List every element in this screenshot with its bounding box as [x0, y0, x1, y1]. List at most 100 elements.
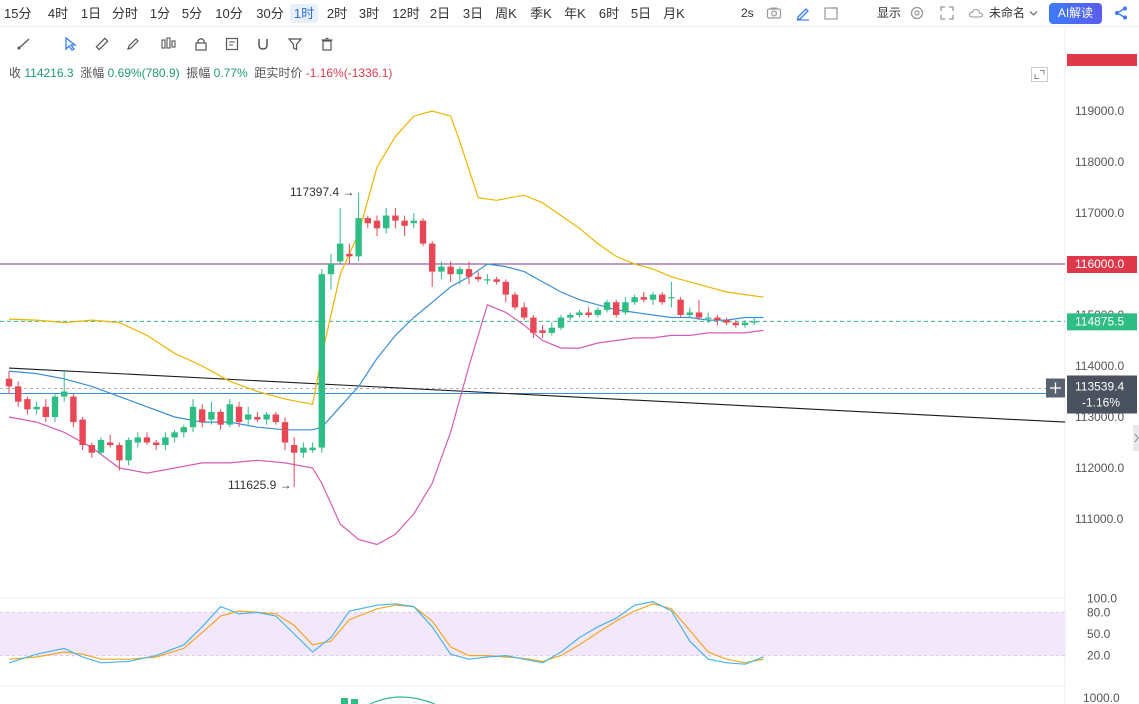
timeframe-9[interactable]: 2时: [325, 4, 349, 23]
candle-body: [180, 427, 187, 433]
candle-body: [410, 220, 417, 224]
timeframe-2[interactable]: 1日: [79, 4, 103, 23]
candle-body: [456, 269, 463, 275]
candle: [15, 381, 22, 407]
candle: [686, 307, 693, 318]
candle-body: [24, 399, 31, 410]
candle: [291, 437, 298, 488]
candle-body: [226, 404, 233, 425]
candle-body: [576, 312, 583, 315]
candle-body: [465, 269, 473, 277]
volume-bar: [341, 698, 348, 704]
candle: [429, 241, 436, 287]
candle: [548, 322, 555, 336]
candle-body: [153, 442, 160, 446]
candle: [419, 218, 427, 247]
timeframe-4[interactable]: 1分: [148, 4, 172, 23]
candle-body: [15, 386, 22, 402]
candle-body: [116, 445, 123, 461]
candle-body: [714, 317, 721, 321]
candle-body: [695, 312, 703, 318]
timeframe-14[interactable]: 周K: [493, 4, 519, 23]
candle: [392, 207, 399, 229]
candle-body: [61, 391, 68, 397]
timeframe-5[interactable]: 5分: [180, 4, 204, 23]
candle-body: [337, 243, 344, 262]
candle: [475, 271, 482, 282]
timeframe-10[interactable]: 3时: [357, 4, 381, 23]
candle: [383, 207, 390, 234]
price-chart[interactable]: 111000.0112000.0113000.0114000.0115000.0…: [0, 0, 1139, 704]
candle: [263, 411, 270, 425]
timeframe-13[interactable]: 3日: [461, 4, 485, 23]
candle: [281, 417, 289, 451]
candle: [594, 307, 601, 318]
timeframe-1[interactable]: 4时: [43, 4, 73, 23]
candle-body: [33, 406, 40, 410]
timeframe-6[interactable]: 10分: [212, 4, 246, 23]
candle-body: [300, 447, 307, 453]
candle: [33, 401, 40, 415]
kdj-tick-label: 80.0: [1087, 605, 1111, 619]
candle-body: [677, 299, 684, 315]
candle: [751, 317, 758, 326]
candle: [567, 312, 574, 321]
candle: [613, 299, 620, 318]
candle-body: [70, 396, 77, 423]
candle: [677, 297, 684, 318]
candle-body: [189, 406, 197, 428]
candle: [511, 292, 519, 310]
candle: [640, 292, 647, 303]
timeframe-15[interactable]: 季K: [528, 4, 554, 23]
candle-body: [429, 243, 436, 272]
y-tick-label: 114000.0: [1075, 359, 1124, 373]
candle-body: [401, 220, 408, 226]
timeframe-19[interactable]: 月K: [661, 4, 687, 23]
timeframe-0[interactable]: 15分: [4, 4, 31, 23]
candle-body: [603, 302, 611, 310]
candle-body: [511, 294, 519, 308]
candle-body: [272, 414, 279, 423]
timeframe-12[interactable]: 2日: [428, 4, 452, 23]
timeframe-17[interactable]: 6时: [596, 4, 622, 23]
candle-body: [346, 253, 353, 257]
kdj-tick-label: 100.0: [1087, 592, 1117, 606]
candle-body: [567, 315, 574, 318]
volume-tick-label: 1000.0: [1083, 691, 1120, 704]
candle-body: [254, 417, 261, 420]
candle-body: [318, 274, 325, 448]
candle-body: [291, 445, 298, 453]
candle-body: [475, 276, 482, 280]
candle: [447, 261, 454, 282]
candle: [337, 207, 344, 264]
candle: [327, 253, 335, 290]
candle-body: [373, 220, 381, 229]
candle-body: [107, 442, 114, 446]
timeframe-7[interactable]: 30分: [253, 4, 287, 23]
candle-body: [631, 297, 638, 303]
candle-body: [355, 218, 362, 257]
candle-body: [263, 414, 270, 420]
candle-body: [162, 437, 169, 446]
timeframe-3[interactable]: 分时: [110, 4, 140, 23]
kdj-tick-label: 20.0: [1087, 649, 1111, 663]
candle: [318, 269, 325, 453]
timeframe-8[interactable]: 1时: [290, 4, 318, 23]
candle: [5, 371, 13, 395]
candle: [125, 437, 132, 466]
candle: [24, 396, 31, 415]
candle: [97, 437, 105, 456]
candle-body: [199, 409, 206, 423]
candle-body: [622, 302, 629, 313]
timeframe-11[interactable]: 12时: [389, 4, 423, 23]
timeframe-18[interactable]: 5日: [628, 4, 654, 23]
timeframe-16[interactable]: 年K: [562, 4, 588, 23]
candle-body: [125, 439, 132, 461]
candle: [309, 442, 316, 453]
candle-body: [383, 215, 390, 229]
candle: [585, 307, 592, 318]
y-tick-label: 117000.0: [1075, 206, 1124, 220]
candle: [695, 299, 703, 321]
low-annotation: 111625.9 →: [228, 478, 292, 492]
candle-body: [640, 297, 647, 300]
